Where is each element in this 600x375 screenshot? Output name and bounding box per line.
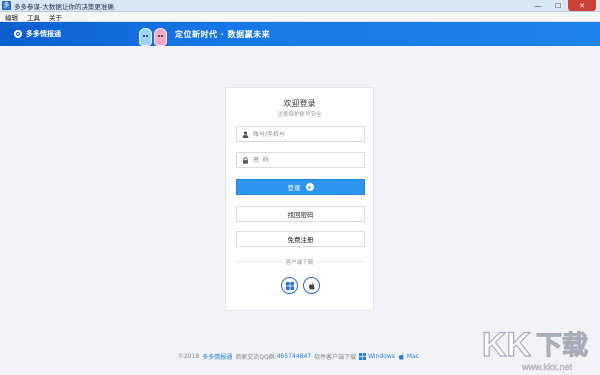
password-field[interactable]	[236, 152, 365, 168]
register-button[interactable]: 免费注册	[236, 231, 365, 247]
windows-icon	[285, 281, 294, 290]
arrow-circle-icon	[305, 183, 314, 191]
window-title: 多多参谋-大数据让你的决策更准确	[14, 2, 114, 11]
windows-logo-icon	[359, 353, 367, 360]
login-button[interactable]: 登录	[236, 179, 365, 195]
login-card: 欢迎登录 注意保护账号安全 登录 找回密码 免费注册 客户端下载	[225, 87, 374, 311]
login-button-label: 登录	[287, 184, 301, 192]
logo-icon	[14, 30, 22, 38]
lock-icon	[242, 156, 249, 164]
app-icon: 多	[2, 1, 11, 10]
mascot-illustration	[139, 22, 169, 46]
svg-text:下载: 下载	[536, 331, 588, 361]
close-button[interactable]: ✕	[568, 0, 596, 11]
menu-about[interactable]: 关于	[49, 12, 62, 22]
kk-download-watermark: KK 下载 www.kkx.net	[481, 325, 588, 372]
menu-tools[interactable]: 工具	[27, 12, 40, 22]
menu-bar: 编辑 工具 关于	[0, 12, 600, 22]
retrieve-password-button[interactable]: 找回密码	[236, 206, 365, 222]
qq-group-label: 商家交流QQ群:	[235, 354, 277, 361]
account-input[interactable]	[253, 130, 353, 138]
software-download-label: 软件客户端下载	[314, 354, 357, 361]
login-subtitle: 注意保护账号安全	[277, 112, 322, 118]
svg-text:www.kkx.net: www.kkx.net	[521, 362, 573, 372]
maximize-button[interactable]: ☐	[548, 0, 568, 11]
footer-mac-link[interactable]: Mac	[407, 353, 419, 360]
menu-edit[interactable]: 编辑	[5, 12, 18, 22]
account-field[interactable]	[236, 126, 365, 142]
client-download-label: 客户端下载	[281, 258, 318, 266]
windows-download-button[interactable]	[281, 277, 298, 294]
qq-group-number[interactable]: 465744847	[277, 353, 311, 360]
apple-icon	[308, 282, 315, 290]
apple-logo-icon	[398, 353, 404, 360]
user-icon	[242, 130, 249, 138]
brand-logo: 多多情报通	[14, 29, 61, 39]
logo-text: 多多情报通	[26, 30, 61, 38]
svg-text:KK: KK	[482, 326, 532, 364]
password-input[interactable]	[253, 156, 353, 164]
footer-brand-link[interactable]: 多多情报通	[202, 352, 232, 361]
copyright-text: ©2018	[177, 353, 200, 360]
minimize-button[interactable]: —	[528, 0, 548, 11]
login-title: 欢迎登录	[283, 99, 316, 108]
footer-windows-link[interactable]: Windows	[368, 353, 395, 360]
window-controls: — ☐ ✕	[528, 0, 596, 11]
blue-mascot-icon	[139, 28, 152, 46]
mac-download-button[interactable]	[303, 277, 320, 294]
title-bar: 多 多多参谋-大数据让你的决策更准确 — ☐ ✕	[0, 0, 600, 12]
pink-mascot-icon	[154, 28, 167, 46]
header-banner: 多多情报通 定位新时代 · 数据赢未来	[0, 22, 600, 46]
header-slogan: 定位新时代 · 数据赢未来	[175, 29, 271, 39]
